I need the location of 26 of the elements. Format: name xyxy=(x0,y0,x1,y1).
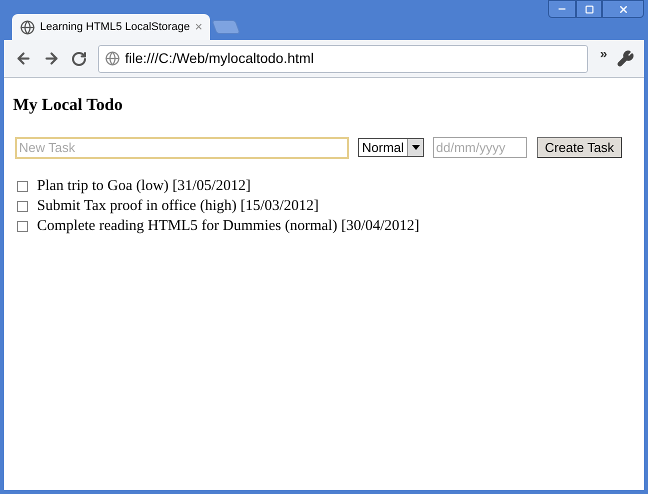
task-label: Submit Tax proof in office (high) [15/03/2012] xyxy=(37,197,319,216)
task-input[interactable]: New Task xyxy=(15,136,349,158)
globe-icon xyxy=(105,51,120,66)
browser-tab[interactable]: Learning HTML5 LocalStorage × xyxy=(12,14,210,40)
more-button[interactable]: » xyxy=(600,44,608,64)
wrench-icon xyxy=(616,50,634,67)
forward-arrow-icon xyxy=(42,50,60,67)
task-checkbox[interactable] xyxy=(17,201,28,212)
date-input[interactable]: dd/mm/yyyy xyxy=(433,137,527,158)
address-bar[interactable]: file:///C:/Web/mylocaltodo.html xyxy=(98,44,588,72)
page-heading: My Local Todo xyxy=(13,94,124,116)
task-label: Plan trip to Goa (low) [31/05/2012] xyxy=(37,177,251,196)
minimize-button[interactable] xyxy=(548,0,576,18)
priority-select[interactable]: Normal xyxy=(358,138,424,157)
maximize-button[interactable] xyxy=(576,0,602,18)
reload-icon xyxy=(71,50,87,66)
create-task-button[interactable]: Create Task xyxy=(537,137,622,158)
maximize-icon xyxy=(584,4,594,14)
task-label: Complete reading HTML5 for Dummies (normal) [30/04/2012] xyxy=(37,217,420,236)
tab-title: Learning HTML5 LocalStorage xyxy=(40,20,190,35)
close-icon xyxy=(618,4,628,14)
task-checkbox[interactable] xyxy=(17,181,28,192)
globe-icon xyxy=(20,20,35,34)
close-button[interactable] xyxy=(602,0,644,18)
url-text: file:///C:/Web/mylocaltodo.html xyxy=(125,49,314,68)
task-checkbox[interactable] xyxy=(17,221,28,232)
